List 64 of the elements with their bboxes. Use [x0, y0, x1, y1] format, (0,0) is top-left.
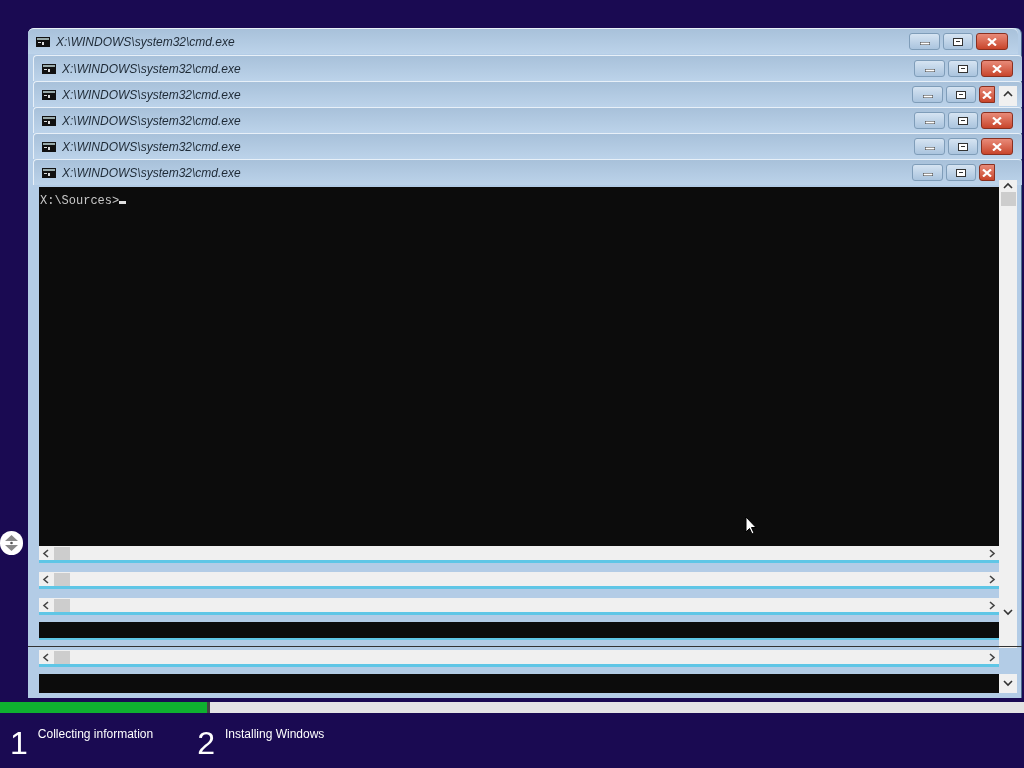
command-prompt: X:\Sources>	[40, 194, 120, 208]
horizontal-scrollbar[interactable]	[39, 598, 999, 615]
maximize-icon	[958, 116, 968, 125]
maximize-icon	[953, 37, 963, 46]
close-button[interactable]	[981, 112, 1013, 129]
console-icon	[42, 63, 56, 74]
mouse-pointer-icon	[745, 516, 757, 535]
minimize-icon	[922, 95, 933, 98]
step-number: 1	[10, 726, 28, 760]
window-title: X:\WINDOWS\system32\cmd.exe	[62, 140, 241, 153]
maximize-button[interactable]	[948, 60, 978, 77]
maximize-button[interactable]	[948, 138, 978, 155]
scroll-thumb[interactable]	[54, 598, 70, 612]
maximize-button[interactable]	[946, 86, 976, 103]
close-button[interactable]	[976, 33, 1008, 50]
step-number: 2	[197, 726, 215, 760]
console-icon	[42, 167, 56, 178]
close-icon	[982, 168, 992, 177]
window-title: X:\WINDOWS\system32\cmd.exe	[56, 35, 235, 48]
close-icon	[982, 90, 992, 99]
scroll-up-icon[interactable]	[1003, 182, 1013, 189]
scroll-up-icon[interactable]	[1003, 90, 1013, 97]
maximize-icon	[958, 142, 968, 151]
scroll-down-icon[interactable]	[1003, 680, 1013, 687]
console-icon	[36, 36, 50, 47]
maximize-button[interactable]	[946, 164, 976, 181]
close-button[interactable]	[979, 164, 995, 181]
close-icon	[987, 37, 997, 46]
close-icon	[992, 116, 1002, 125]
minimize-icon	[924, 147, 935, 150]
minimize-icon	[924, 121, 935, 124]
step-label: Installing Windows	[225, 726, 325, 741]
maximize-icon	[956, 168, 966, 177]
window-title: X:\WINDOWS\system32\cmd.exe	[62, 62, 241, 75]
console-icon	[42, 141, 56, 152]
window-title: X:\WINDOWS\system32\cmd.exe	[62, 114, 241, 127]
console-icon	[42, 115, 56, 126]
horizontal-scrollbar[interactable]	[39, 546, 999, 563]
scroll-thumb[interactable]	[54, 546, 70, 560]
window-title: X:\WINDOWS\system32\cmd.exe	[62, 166, 241, 179]
minimize-icon	[922, 173, 933, 176]
scroll-thumb[interactable]	[54, 572, 70, 586]
minimize-icon	[924, 69, 935, 72]
close-button[interactable]	[981, 60, 1013, 77]
scroll-thumb[interactable]	[54, 650, 70, 664]
close-icon	[992, 142, 1002, 151]
window-title: X:\WINDOWS\system32\cmd.exe	[62, 88, 241, 101]
close-button[interactable]	[979, 86, 995, 103]
console-icon	[42, 89, 56, 100]
minimize-icon	[919, 42, 930, 45]
scroll-down-icon[interactable]	[1003, 609, 1013, 616]
scroll-thumb[interactable]	[1000, 192, 1016, 206]
close-icon	[992, 64, 1002, 73]
maximize-icon	[956, 90, 966, 99]
horizontal-scrollbar[interactable]	[39, 572, 999, 589]
step-label: Collecting information	[37, 726, 154, 741]
maximize-icon	[958, 64, 968, 73]
close-button[interactable]	[981, 138, 1013, 155]
horizontal-scrollbar[interactable]	[39, 650, 999, 667]
maximize-button[interactable]	[948, 112, 978, 129]
maximize-button[interactable]	[943, 33, 973, 50]
resize-handle-icon	[0, 531, 23, 555]
vertical-scrollbar[interactable]	[999, 180, 1017, 648]
text-cursor	[119, 201, 127, 204]
